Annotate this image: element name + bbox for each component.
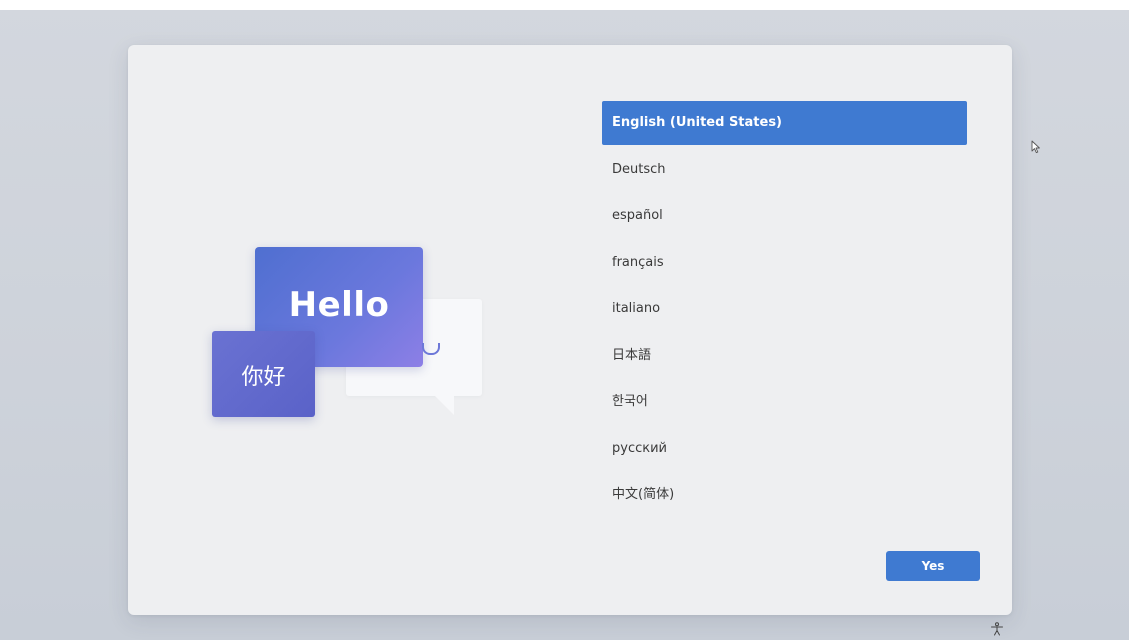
language-option-russian[interactable]: русский <box>602 427 967 471</box>
nihao-card: 你好 <box>212 331 315 417</box>
language-option-francais[interactable]: français <box>602 241 967 285</box>
nihao-text: 你好 <box>241 365 286 390</box>
language-option-korean[interactable]: 한국어 <box>602 380 967 424</box>
mouse-pointer-icon <box>1031 140 1040 154</box>
language-option-japanese[interactable]: 日本語 <box>602 334 967 378</box>
speech-bubble-tail <box>434 395 454 415</box>
language-option-espanol[interactable]: español <box>602 194 967 238</box>
top-strip <box>0 0 1129 10</box>
language-option-italiano[interactable]: italiano <box>602 287 967 331</box>
language-list: English (United States) Deutsch español … <box>602 101 967 520</box>
language-option-deutsch[interactable]: Deutsch <box>602 148 967 192</box>
language-illustration: Hello 你好 <box>212 247 484 419</box>
language-option-chinese-simplified[interactable]: 中文(简体) <box>602 473 967 517</box>
hello-text: Hello <box>288 285 390 325</box>
yes-button[interactable]: Yes <box>886 551 980 581</box>
language-option-english-us[interactable]: English (United States) <box>602 101 967 145</box>
accessibility-icon[interactable] <box>990 622 1004 636</box>
